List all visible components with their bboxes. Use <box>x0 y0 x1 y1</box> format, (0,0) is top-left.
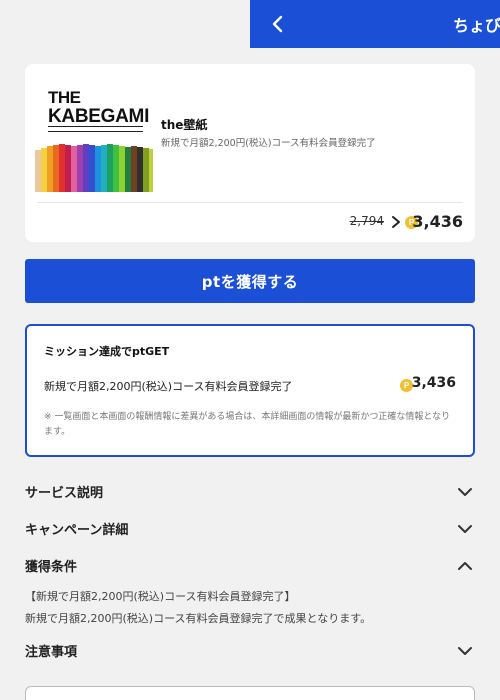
mission-title: ミッション達成でptGET <box>44 345 170 358</box>
chevron-left-icon <box>272 15 283 33</box>
mission-note: ※ 一覧画面と本画面の報酬情報に差異がある場合は、本詳細画面の情報が最新かつ正確… <box>44 412 451 437</box>
offer-description: 新規で月額2,200円(税込)コース有料会員登録完了 <box>161 138 376 149</box>
header-title: ちょびリッチ <box>453 16 500 35</box>
back-button[interactable] <box>264 10 292 38</box>
section-campaign-details[interactable]: キャンペーン詳細 <box>25 519 475 543</box>
conditions-body: 【新規で月額2,200円(税込)コース有料会員登録完了】 新規で月額2,200円… <box>25 586 475 630</box>
chevron-down-icon <box>458 525 472 533</box>
app-header: ちょびリッチ <box>250 0 500 48</box>
offer-thumbnail: THE KABEGAMI <box>35 86 153 192</box>
new-points: 3,436 <box>412 212 463 231</box>
logo-underline <box>48 126 143 132</box>
colored-pencils-image <box>35 144 153 192</box>
mission-points: 3,436 <box>411 375 456 391</box>
app-root: ちょびリッチ THE KABEGAMI <box>0 0 500 700</box>
chevron-up-icon <box>458 562 472 570</box>
conditions-text: 新規で月額2,200円(税込)コース有料会員登録完了で成果となります。 <box>25 612 372 625</box>
section-title: サービス説明 <box>25 486 104 501</box>
card-divider <box>37 202 463 203</box>
section-notes[interactable]: 注意事項 <box>25 641 475 665</box>
offer-card: THE KABEGAMI the壁紙 新規で月額2,200円(税込)コース有料会… <box>25 64 475 242</box>
section-title: 注意事項 <box>25 645 78 660</box>
mission-description: 新規で月額2,200円(税込)コース有料会員登録完了 <box>44 380 293 393</box>
chevron-right-icon <box>392 216 400 228</box>
chevron-down-icon <box>458 488 472 496</box>
conditions-heading: 【新規で月額2,200円(税込)コース有料会員登録完了】 <box>25 590 296 603</box>
old-points: 2,794 <box>349 214 384 228</box>
logo-text-bottom: KABEGAMI <box>48 106 150 127</box>
offer-name: the壁紙 <box>161 118 208 132</box>
section-acquisition-conditions[interactable]: 獲得条件 <box>25 556 475 580</box>
section-service-description[interactable]: サービス説明 <box>25 482 475 506</box>
get-points-button[interactable]: ptを獲得する <box>25 259 475 303</box>
chevron-down-icon <box>458 647 472 655</box>
mission-box: ミッション達成でptGET 新規で月額2,200円(税込)コース有料会員登録完了… <box>25 324 475 457</box>
bottom-panel[interactable] <box>25 686 475 700</box>
section-title: キャンペーン詳細 <box>25 523 129 538</box>
section-title: 獲得条件 <box>25 560 78 575</box>
logo-text-top: THE <box>48 88 81 107</box>
